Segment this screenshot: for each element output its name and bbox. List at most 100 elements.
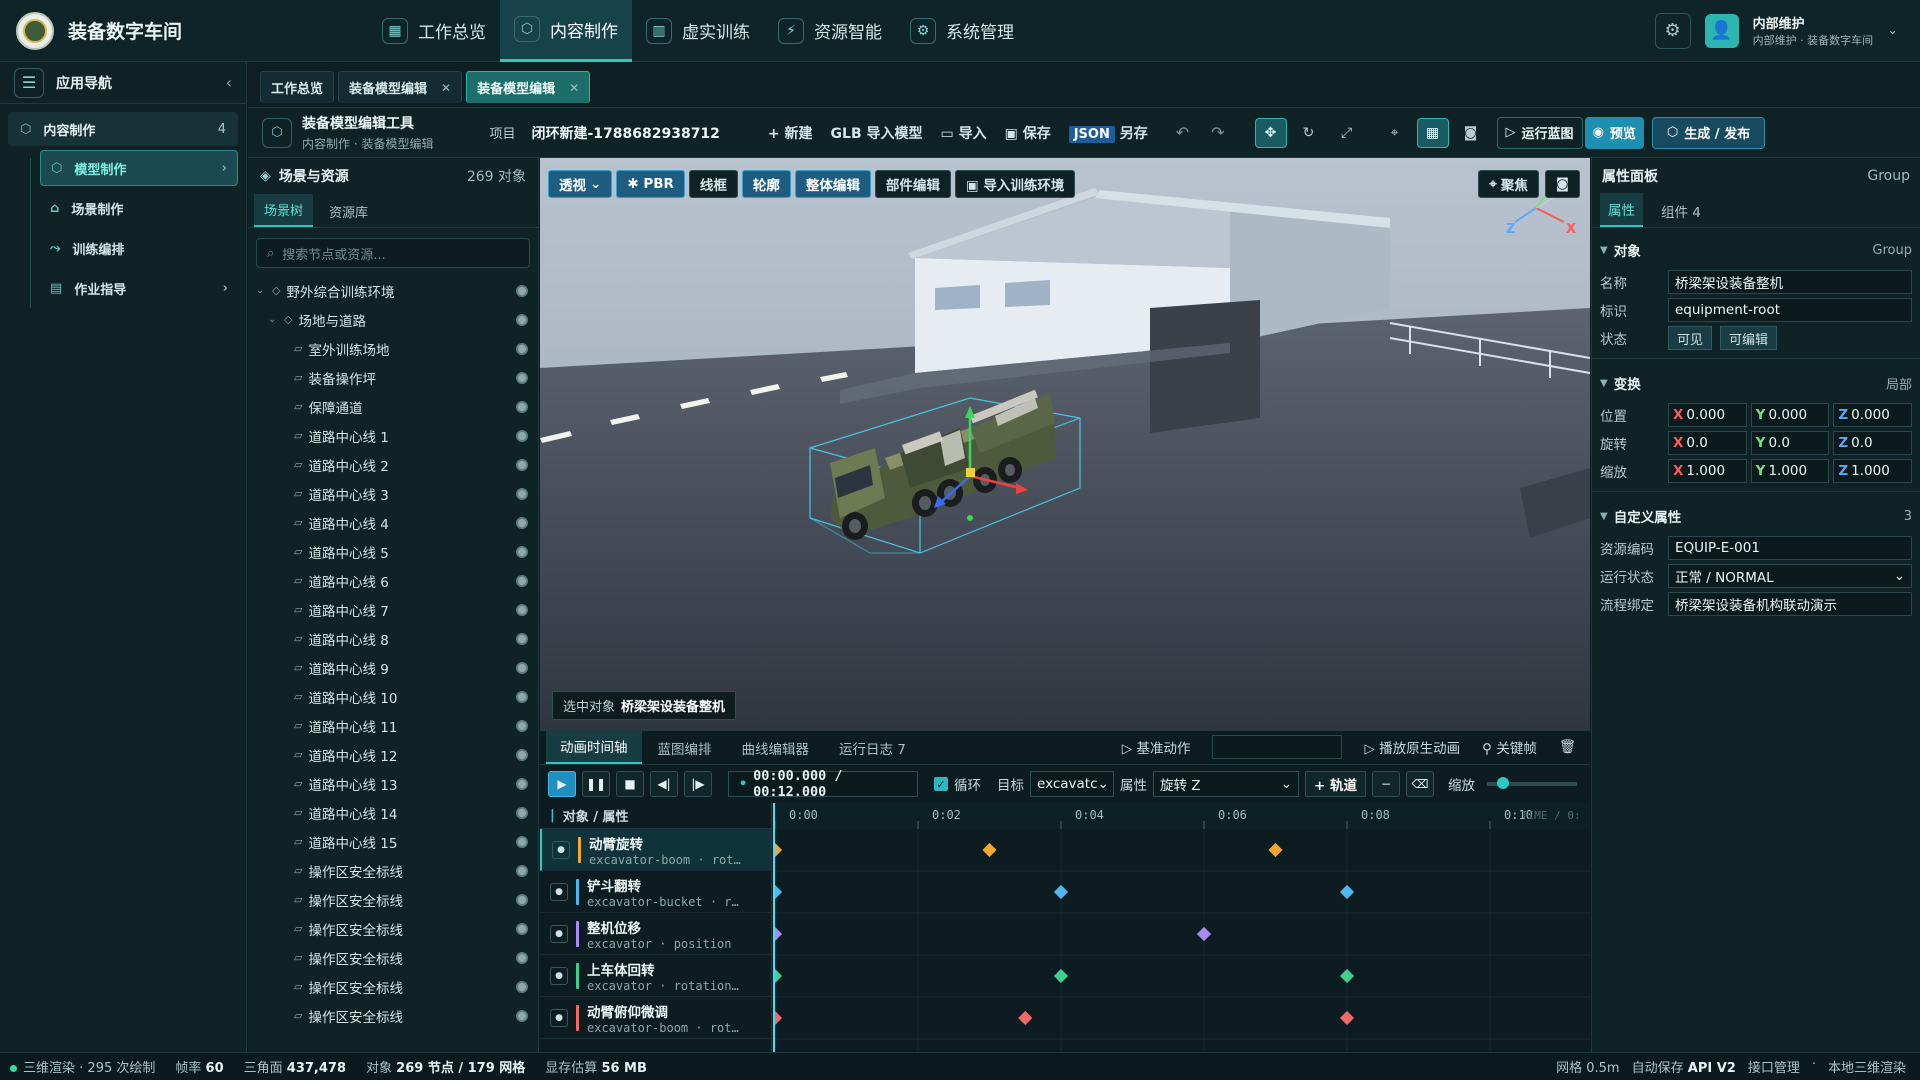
timeline-track[interactable]: ● 铲斗翻转 excavator-bucket · r… (540, 871, 771, 913)
keyframe-marker[interactable] (1018, 1010, 1033, 1026)
rotation-y-field[interactable]: Y 0.0 (1750, 431, 1830, 455)
timeline-track[interactable]: ● 整机位移 excavator · position (540, 913, 771, 955)
visibility-icon[interactable] (516, 748, 528, 761)
tab-run-log[interactable]: 运行日志 7 (825, 732, 920, 764)
editable-toggle[interactable]: 可编辑 (1720, 326, 1778, 350)
screenshot-button[interactable]: ◙ (1544, 170, 1580, 198)
scale-x-field[interactable]: X 1.000 (1668, 459, 1747, 483)
visibility-icon[interactable] (516, 516, 528, 529)
publish-button[interactable]: ⬡ 生成 / 发布 (1651, 116, 1766, 149)
tree-node[interactable]: ▱ 道路中心线 8 (248, 624, 538, 653)
tree-node[interactable]: ▱ 道路中心线 1 (248, 421, 538, 450)
visibility-icon[interactable] (516, 342, 528, 355)
tab-scene-tree[interactable]: 场景树 (254, 194, 314, 227)
step-forward-icon[interactable]: |▶ (684, 771, 712, 797)
keyframe-marker[interactable] (1053, 968, 1069, 984)
visibility-icon[interactable] (516, 574, 528, 587)
close-icon[interactable]: ✕ (441, 81, 451, 95)
avatar[interactable]: 👤 (1704, 13, 1739, 48)
tree-node[interactable]: ▱ 道路中心线 15 (248, 827, 538, 856)
tree-node[interactable]: ▱ 道路中心线 5 (248, 537, 538, 566)
visible-toggle[interactable]: 可见 (1668, 326, 1713, 350)
run-blueprint-button[interactable]: ▷ 运行蓝图 (1496, 116, 1583, 149)
tree-node[interactable]: ▱ 道路中心线 12 (248, 740, 538, 769)
keyframe-marker[interactable] (1339, 1010, 1355, 1026)
topnav-system[interactable]: ⚙ 系统管理 (896, 0, 1028, 62)
viewport-mode-button[interactable]: 部件编辑 (874, 170, 951, 198)
tab-components[interactable]: 组件 4 (1653, 195, 1709, 227)
topnav-training[interactable]: ▥ 虚实训练 (632, 0, 764, 62)
play-native-button[interactable]: ▷ 播放原生动画 (1364, 737, 1460, 757)
keyframe-marker[interactable] (1196, 926, 1212, 942)
tree-node[interactable]: ▱ 道路中心线 10 (248, 682, 538, 711)
interface-link[interactable]: 接口管理 (1748, 1057, 1800, 1076)
visibility-icon[interactable] (516, 980, 528, 993)
trash-icon[interactable]: 🗑 (1559, 739, 1576, 755)
topnav-content[interactable]: ⬡ 内容制作 (500, 0, 632, 62)
base-action-select[interactable] (1212, 735, 1343, 759)
minus-icon[interactable]: − (1372, 771, 1401, 797)
new-button[interactable]: + 新建 (768, 123, 813, 143)
topnav-ai[interactable]: ⚡ 资源智能 (764, 0, 896, 62)
visibility-icon[interactable] (516, 777, 528, 790)
camera-icon[interactable]: ◙ (1455, 118, 1487, 148)
position-x-field[interactable]: X 0.000 (1668, 403, 1747, 427)
import-button[interactable]: ▭ 导入 (941, 123, 987, 143)
tree-node[interactable]: ▱ 装备操作坪 (248, 363, 538, 392)
visibility-icon[interactable] (516, 951, 528, 964)
scale-y-field[interactable]: Y 1.000 (1750, 459, 1830, 483)
sidebar-item-guide[interactable]: ▤ 作业指导 › (40, 270, 238, 306)
sidebar-item-scene[interactable]: ⌂ 场景制作 (40, 190, 238, 226)
close-icon[interactable]: ✕ (569, 81, 579, 95)
grid-toggle-icon[interactable]: ▦ (1416, 117, 1449, 148)
tree-node[interactable]: ▱ 操作区安全标线 (248, 943, 538, 972)
tab-resource-library[interactable]: 资源库 (319, 196, 378, 227)
tab-properties[interactable]: 属性 (1600, 193, 1643, 227)
track-toggle-icon[interactable]: ● (550, 966, 568, 985)
save-button[interactable]: ▣ 保存 (1005, 123, 1051, 143)
visibility-icon[interactable] (516, 400, 528, 413)
viewport-mode-button[interactable]: 线框 (688, 170, 738, 198)
keyframe-button[interactable]: ⚲ 关键帧 (1482, 737, 1537, 757)
rotation-x-field[interactable]: X 0.0 (1668, 431, 1747, 455)
track-toggle-icon[interactable]: ● (550, 1008, 568, 1027)
visibility-icon[interactable] (516, 1009, 528, 1022)
doc-tab-model-edit[interactable]: 装备模型编辑 ✕ (338, 71, 463, 103)
settings-button[interactable]: ⚙ (1654, 12, 1691, 49)
preview-button[interactable]: ◉ 预览 (1584, 116, 1644, 149)
topnav-overview[interactable]: ▦ 工作总览 (368, 0, 500, 62)
sidebar-item-model[interactable]: ⬡ 模型制作 › (40, 150, 238, 186)
tree-node[interactable]: ▱ 保障通道 (248, 392, 538, 421)
keyframe-area[interactable]: 0:00 0:02 0:04 0:06 0:08 0:10 TIME / 0: (773, 803, 1590, 1052)
keyframe-marker[interactable] (1339, 968, 1355, 984)
pause-icon[interactable]: ❚❚ (582, 771, 610, 797)
tree-node[interactable]: ▱ 操作区安全标线 (248, 885, 538, 914)
viewport-mode-button[interactable]: 轮廓 (741, 170, 791, 198)
sidebar-item-training[interactable]: ⤳ 训练编排 (40, 230, 238, 266)
visibility-icon[interactable] (516, 690, 528, 703)
tree-node[interactable]: ▱ 操作区安全标线 (248, 914, 538, 943)
visibility-icon[interactable] (516, 835, 528, 848)
loop-checkbox[interactable]: ✓ (934, 777, 948, 791)
tree-node[interactable]: ⌄ ◇ 场地与道路 (248, 305, 538, 334)
flow-field[interactable]: 桥梁架设装备机构联动演示 (1668, 592, 1912, 616)
visibility-icon[interactable] (516, 864, 528, 877)
visibility-icon[interactable] (516, 632, 528, 645)
save-as-button[interactable]: JSON 另存 (1068, 123, 1148, 143)
focus-button[interactable]: ⌖ 聚焦 (1478, 170, 1539, 198)
scale-z-field[interactable]: Z 1.000 (1833, 459, 1913, 483)
visibility-icon[interactable] (516, 284, 528, 297)
track-toggle-icon[interactable]: ● (550, 882, 568, 901)
tree-node[interactable]: ▱ 操作区安全标线 (248, 972, 538, 1001)
visibility-icon[interactable] (516, 371, 528, 384)
expand-caret-icon[interactable]: ⌄ (256, 285, 266, 296)
timeline-grid[interactable]: 0:00 0:02 0:04 0:06 0:08 0:10TIME / 0: (773, 803, 1590, 1052)
target-select[interactable]: excavatc ⌄ (1030, 771, 1114, 797)
viewport-mode-button[interactable]: 透视 ⌄ (548, 170, 613, 198)
viewport-mode-button[interactable]: ▣ 导入训练环境 (954, 170, 1076, 198)
tree-node[interactable]: ▱ 道路中心线 6 (248, 566, 538, 595)
collapse-icon[interactable]: ‹ (226, 73, 232, 92)
doc-tab-model-edit-active[interactable]: 装备模型编辑 ✕ (466, 71, 591, 103)
timeline-track[interactable]: ● 动臂旋转 excavator-boom · rot… (540, 829, 771, 871)
visibility-icon[interactable] (516, 429, 528, 442)
